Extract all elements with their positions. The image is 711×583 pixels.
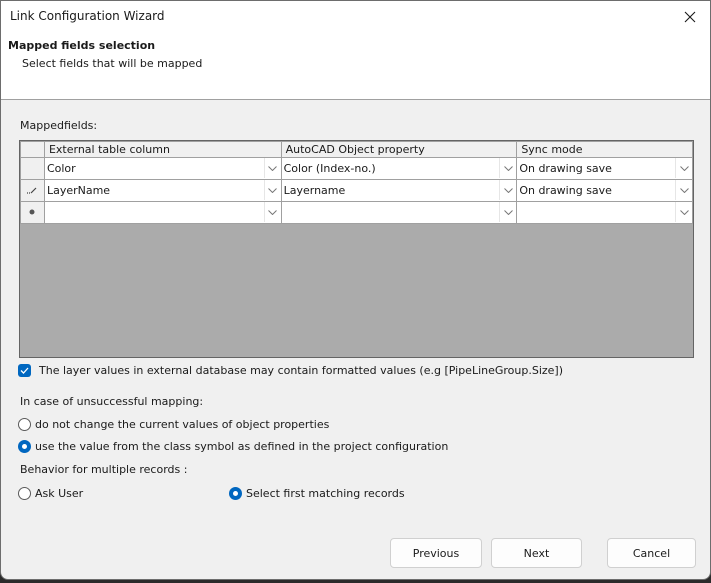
row-header[interactable] <box>20 179 45 202</box>
radio-keep-values-label[interactable]: do not change the current values of obje… <box>35 418 329 431</box>
chevron-down-icon[interactable] <box>499 202 516 222</box>
title-bar: Link Configuration Wizard <box>1 1 710 33</box>
row-header-corner <box>20 141 45 158</box>
mapped-fields-label: Mappedfields: <box>20 119 98 132</box>
chevron-down-icon[interactable] <box>499 180 516 200</box>
pencil-icon <box>27 187 37 194</box>
sync-mode-select[interactable]: On drawing save <box>516 157 693 180</box>
page-subtitle: Select fields that will be mapped <box>22 57 203 70</box>
previous-button[interactable]: Previous <box>390 538 482 568</box>
chevron-down-icon[interactable] <box>675 158 692 178</box>
chevron-down-icon[interactable] <box>675 180 692 200</box>
window-title: Link Configuration Wizard <box>10 9 165 23</box>
page-title: Mapped fields selection <box>8 39 156 52</box>
radio-select-first-label[interactable]: Select first matching records <box>246 487 405 500</box>
chevron-down-icon[interactable] <box>263 202 281 222</box>
multiple-records-label: Behavior for multiple records : <box>20 463 188 476</box>
radio-keep-values[interactable] <box>18 418 31 431</box>
chevron-down-icon[interactable] <box>263 158 281 178</box>
property-select[interactable]: Color (Index-no.) <box>280 157 518 180</box>
column-header-sync[interactable]: Sync mode <box>516 141 693 158</box>
chevron-down-icon[interactable] <box>499 158 516 178</box>
chevron-down-icon[interactable] <box>263 180 281 200</box>
close-icon <box>684 11 696 23</box>
sync-mode-select[interactable] <box>516 201 693 224</box>
close-button[interactable] <box>670 1 710 33</box>
table-row[interactable]: LayerName Layername On drawing save <box>20 179 693 202</box>
mapped-fields-grid[interactable]: External table column AutoCAD Object pro… <box>19 140 694 358</box>
new-row-asterisk-icon <box>29 209 35 215</box>
column-header-property[interactable]: AutoCAD Object property <box>280 141 518 158</box>
wizard-window: Link Configuration Wizard Mapped fields … <box>0 0 711 580</box>
property-select[interactable]: Layername <box>280 179 518 202</box>
radio-ask-user[interactable] <box>18 487 31 500</box>
sync-mode-select[interactable]: On drawing save <box>516 179 693 202</box>
grid-header-row: External table column AutoCAD Object pro… <box>20 141 693 158</box>
radio-ask-user-label[interactable]: Ask User <box>35 487 83 500</box>
checkmark-icon <box>20 367 29 374</box>
external-column-select[interactable]: Color <box>43 157 282 180</box>
row-header[interactable] <box>20 201 45 224</box>
cancel-button[interactable]: Cancel <box>607 538 696 568</box>
chevron-down-icon[interactable] <box>675 202 692 222</box>
property-select[interactable] <box>280 201 518 224</box>
formatted-values-label: The layer values in external database ma… <box>39 364 564 377</box>
radio-select-first[interactable] <box>229 487 242 500</box>
external-column-select[interactable]: LayerName <box>43 179 282 202</box>
unsuccessful-mapping-label: In case of unsuccessful mapping: <box>20 395 204 408</box>
next-button[interactable]: Next <box>491 538 582 568</box>
radio-use-class-symbol-label[interactable]: use the value from the class symbol as d… <box>35 440 448 453</box>
table-row[interactable]: Color Color (Index-no.) On drawing save <box>20 157 693 180</box>
table-row-new[interactable] <box>20 201 693 224</box>
header-panel: Mapped fields selection Select fields th… <box>1 33 710 100</box>
column-header-external[interactable]: External table column <box>43 141 282 158</box>
radio-use-class-symbol[interactable] <box>18 440 31 453</box>
row-header[interactable] <box>20 157 45 180</box>
formatted-values-checkbox[interactable] <box>18 364 31 377</box>
external-column-select[interactable] <box>43 201 282 224</box>
